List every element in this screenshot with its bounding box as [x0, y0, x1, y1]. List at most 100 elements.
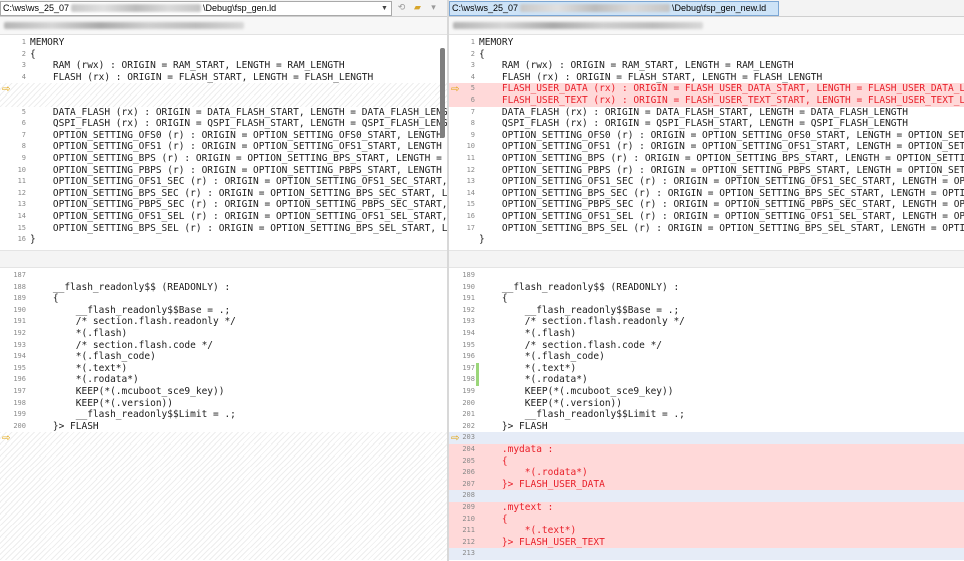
code-line[interactable]: 189: [449, 270, 964, 282]
code-line[interactable]: [0, 536, 447, 549]
code-line[interactable]: 10 OPTION_SETTING_PBPS (r) : ORIGIN = OP…: [0, 165, 447, 177]
code-line[interactable]: 4 FLASH (rx) : ORIGIN = FLASH_START, LEN…: [0, 72, 447, 84]
code-line[interactable]: 7 DATA_FLASH (rx) : ORIGIN = DATA_FLASH_…: [449, 107, 964, 119]
code-line[interactable]: [0, 444, 447, 456]
code-line[interactable]: 213: [449, 548, 964, 560]
code-line[interactable]: 14 OPTION_SETTING_OFS1_SEL (r) : ORIGIN …: [0, 211, 447, 223]
code-line[interactable]: 191 /* section.flash.readonly */: [0, 316, 447, 328]
arrow-right-icon[interactable]: ⇨: [2, 433, 14, 444]
code-line[interactable]: 207 }> FLASH_USER_DATA: [449, 478, 964, 491]
code-line[interactable]: [0, 455, 447, 468]
code-line[interactable]: 5 DATA_FLASH (rx) : ORIGIN = DATA_FLASH_…: [0, 107, 447, 119]
code-line[interactable]: 188 __flash_readonly$$ (READONLY) :: [0, 282, 447, 294]
code-line[interactable]: [0, 513, 447, 526]
code-line[interactable]: 9 OPTION_SETTING_OFS0 (r) : ORIGIN = OPT…: [449, 130, 964, 142]
code-line[interactable]: 209 .mytext :: [449, 502, 964, 514]
code-line[interactable]: 204 .mydata :: [449, 444, 964, 456]
code-line[interactable]: 16}: [0, 234, 447, 246]
code-line[interactable]: 13 OPTION_SETTING_PBPS_SEC (r) : ORIGIN …: [0, 199, 447, 211]
code-line[interactable]: 196 *(.flash_code): [449, 351, 964, 363]
code-line[interactable]: 195 /* section.flash.code */: [449, 340, 964, 352]
code-line[interactable]: 7 OPTION_SETTING_OFS0 (r) : ORIGIN = OPT…: [0, 130, 447, 142]
code-line[interactable]: 200 KEEP(*(.version)): [449, 398, 964, 410]
code-line[interactable]: 8 OPTION_SETTING_OFS1 (r) : ORIGIN = OPT…: [0, 141, 447, 153]
code-line[interactable]: 200 }> FLASH: [0, 421, 447, 433]
code-line[interactable]: 208: [449, 490, 964, 502]
code-line[interactable]: 192 __flash_readonly$$Base = .;: [449, 305, 964, 317]
code-line[interactable]: 210 {: [449, 513, 964, 526]
code-line[interactable]: [0, 478, 447, 491]
code-line[interactable]: 10 OPTION_SETTING_OFS1 (r) : ORIGIN = OP…: [449, 141, 964, 153]
code-line[interactable]: 211 *(.text*): [449, 525, 964, 537]
code-line[interactable]: 4 FLASH (rx) : ORIGIN = FLASH_START, LEN…: [449, 72, 964, 84]
code-line[interactable]: 13 OPTION_SETTING_OFS1_SEC (r) : ORIGIN …: [449, 176, 964, 188]
arrow-right-icon[interactable]: ⇨: [451, 84, 463, 95]
code-line[interactable]: 191 {: [449, 293, 964, 305]
code-line[interactable]: 195 *(.text*): [0, 363, 447, 375]
code-line[interactable]: 14 OPTION_SETTING_BPS_SEC (r) : ORIGIN =…: [449, 188, 964, 200]
code-line[interactable]: 197 *(.text*): [449, 362, 964, 375]
code-line[interactable]: 194 *(.flash): [449, 328, 964, 340]
code-line[interactable]: 12 OPTION_SETTING_PBPS (r) : ORIGIN = OP…: [449, 165, 964, 177]
code-line[interactable]: [0, 502, 447, 514]
code-line[interactable]: 198 KEEP(*(.version)): [0, 398, 447, 410]
code-line[interactable]: [0, 432, 447, 444]
code-line[interactable]: 193 /* section.flash.code */: [0, 340, 447, 352]
code-line[interactable]: 202 }> FLASH: [449, 421, 964, 433]
code-line[interactable]: 15 OPTION_SETTING_BPS_SEL (r) : ORIGIN =…: [0, 223, 447, 235]
code-line[interactable]: 12 OPTION_SETTING_BPS_SEC (r) : ORIGIN =…: [0, 188, 447, 200]
code-line[interactable]: 212 }> FLASH_USER_TEXT: [449, 536, 964, 549]
code-line[interactable]: [0, 525, 447, 537]
code-line[interactable]: 203: [449, 432, 964, 444]
code-line[interactable]: 3 RAM (rwx) : ORIGIN = RAM_START, LENGTH…: [449, 60, 964, 72]
code-line[interactable]: 189 {: [0, 293, 447, 305]
code-line[interactable]: 5 FLASH_USER_DATA (rx) : ORIGIN = FLASH_…: [449, 83, 964, 95]
code-line[interactable]: 194 *(.flash_code): [0, 351, 447, 363]
code-line[interactable]: 16 OPTION_SETTING_OFS1_SEL (r) : ORIGIN …: [449, 211, 964, 223]
code-line[interactable]: 206 *(.rodata*): [449, 467, 964, 479]
code-line[interactable]: 198 *(.rodata*): [449, 374, 964, 386]
code-line[interactable]: 11 OPTION_SETTING_OFS1_SEC (r) : ORIGIN …: [0, 176, 447, 188]
code-line[interactable]: 15 OPTION_SETTING_PBPS_SEC (r) : ORIGIN …: [449, 199, 964, 211]
right-path-input[interactable]: C:\ws\ws_25_07 \Debug\fsp_gen_new.ld: [449, 0, 779, 16]
code-line[interactable]: 3 RAM (rwx) : ORIGIN = RAM_START, LENGTH…: [0, 60, 447, 72]
arrow-right-icon[interactable]: ⇨: [2, 84, 14, 95]
dropdown-arrow-icon[interactable]: ▾: [427, 2, 440, 15]
collapsed-region-band[interactable]: [0, 250, 447, 268]
code-line[interactable]: 192 *(.flash): [0, 328, 447, 340]
refresh-icon[interactable]: ⟲: [395, 2, 408, 15]
code-line[interactable]: 199 __flash_readonly$$Limit = .;: [0, 409, 447, 421]
code-line[interactable]: 196 *(.rodata*): [0, 374, 447, 386]
code-line[interactable]: 6 FLASH_USER_TEXT (rx) : ORIGIN = FLASH_…: [449, 95, 964, 107]
code-line[interactable]: 9 OPTION_SETTING_BPS (r) : ORIGIN = OPTI…: [0, 153, 447, 165]
code-line[interactable]: 11 OPTION_SETTING_BPS (r) : ORIGIN = OPT…: [449, 153, 964, 165]
collapsed-region-band[interactable]: [449, 250, 964, 268]
code-line[interactable]: 1 MEMORY: [449, 37, 964, 49]
chevron-down-icon[interactable]: ▼: [379, 2, 390, 15]
code-line[interactable]: 201 __flash_readonly$$Limit = .;: [449, 409, 964, 421]
code-line[interactable]: 187: [0, 270, 447, 282]
code-line[interactable]: [0, 548, 447, 560]
left-file-pane[interactable]: C:\ws\ws_25_07 \Debug\fsp_gen.ld ▼ ⟲ ▰ ▾…: [0, 0, 447, 561]
code-line[interactable]: 2{: [0, 49, 447, 61]
arrow-right-icon[interactable]: ⇨: [451, 433, 463, 444]
code-line[interactable]: 205 {: [449, 455, 964, 468]
code-line[interactable]: 8 QSPI_FLASH (rx) : ORIGIN = QSPI_FLASH_…: [449, 118, 964, 130]
code-line[interactable]: 197 KEEP(*(.mcuboot_sce9_key)): [0, 386, 447, 398]
code-line[interactable]: [0, 95, 447, 107]
left-scrollbar-thumb[interactable]: [440, 48, 445, 138]
code-line[interactable]: 2{: [449, 49, 964, 61]
code-line[interactable]: 17 OPTION_SETTING_BPS_SEL (r) : ORIGIN =…: [449, 223, 964, 235]
folder-open-icon[interactable]: ▰: [411, 2, 424, 15]
left-path-input[interactable]: C:\ws\ws_25_07 \Debug\fsp_gen.ld ▼: [0, 0, 392, 16]
code-line[interactable]: [0, 467, 447, 479]
code-line[interactable]: }: [449, 234, 964, 246]
right-file-pane[interactable]: C:\ws\ws_25_07 \Debug\fsp_gen_new.ld 1 ME…: [449, 0, 964, 561]
code-line[interactable]: 1 MEMORY: [0, 37, 447, 49]
code-line[interactable]: 190 __flash_readonly$$ (READONLY) :: [449, 282, 964, 294]
code-line[interactable]: [0, 490, 447, 502]
code-line[interactable]: [0, 83, 447, 95]
code-line[interactable]: 6 QSPI_FLASH (rx) : ORIGIN = QSPI_FLASH_…: [0, 118, 447, 130]
code-line[interactable]: 193 /* section.flash.readonly */: [449, 316, 964, 328]
code-line[interactable]: 199 KEEP(*(.mcuboot_sce9_key)): [449, 386, 964, 398]
